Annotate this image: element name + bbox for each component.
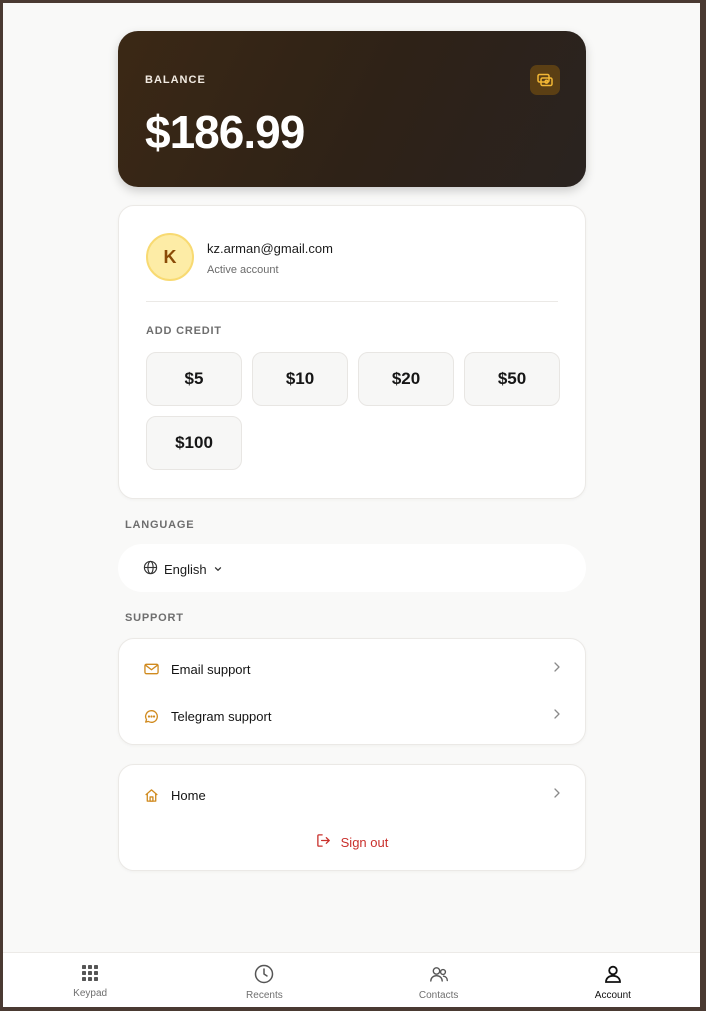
user-icon	[603, 964, 623, 987]
credit-button-100[interactable]: $100	[146, 416, 242, 470]
balance-card: BALANCE $186.99	[118, 31, 586, 187]
home-icon	[143, 787, 159, 803]
credit-button-20[interactable]: $20	[358, 352, 454, 406]
language-selector[interactable]: English	[118, 544, 586, 592]
divider	[146, 301, 558, 302]
money-icon[interactable]	[530, 65, 560, 95]
chevron-right-icon	[553, 707, 561, 725]
chevron-right-icon	[553, 786, 561, 804]
tab-keypad-label: Keypad	[73, 988, 108, 999]
home-label: Home	[171, 787, 206, 803]
telegram-support-row[interactable]: Telegram support	[119, 693, 585, 739]
balance-amount: $186.99	[145, 106, 305, 158]
app-screen: BALANCE $186.99 K kz.arman@gmail.com Act…	[3, 3, 700, 1007]
chevron-down-icon	[213, 562, 223, 577]
balance-label: BALANCE	[145, 74, 206, 86]
tab-recents[interactable]: Recents	[177, 953, 351, 1007]
tab-recents-label: Recents	[246, 990, 283, 1001]
home-row[interactable]: Home	[119, 772, 585, 818]
credit-button-50[interactable]: $50	[464, 352, 560, 406]
email-support-row[interactable]: Email support	[119, 646, 585, 692]
telegram-support-label: Telegram support	[171, 708, 272, 724]
account-card: K kz.arman@gmail.com Active account ADD …	[118, 205, 586, 499]
credit-button-5[interactable]: $5	[146, 352, 242, 406]
sign-out-button[interactable]: Sign out	[119, 827, 585, 857]
tab-contacts[interactable]: Contacts	[352, 953, 526, 1007]
mail-icon	[143, 661, 159, 677]
account-status: Active account	[207, 264, 279, 276]
chevron-right-icon	[553, 660, 561, 678]
tab-contacts-label: Contacts	[418, 990, 459, 1001]
chat-icon	[143, 708, 159, 724]
avatar: K	[146, 233, 194, 281]
account-email: kz.arman@gmail.com	[207, 241, 333, 256]
language-dropdown[interactable]: English	[143, 560, 223, 578]
support-section-label: SUPPORT	[125, 612, 184, 624]
tab-keypad[interactable]: Keypad	[3, 953, 177, 1007]
tab-account[interactable]: Account	[526, 953, 700, 1007]
support-card: Email support Telegram support	[118, 638, 586, 745]
credit-button-10[interactable]: $10	[252, 352, 348, 406]
globe-icon	[143, 560, 158, 578]
email-support-label: Email support	[171, 661, 251, 677]
add-credit-label: ADD CREDIT	[146, 325, 222, 337]
tab-account-label: Account	[594, 990, 631, 1001]
contacts-icon	[429, 964, 449, 987]
clock-icon	[254, 964, 274, 987]
bottom-tab-bar: Keypad Recents Contacts Account	[3, 952, 700, 1007]
keypad-icon	[81, 964, 99, 985]
language-value: English	[164, 561, 207, 577]
navigation-card: Home Sign out	[118, 764, 586, 871]
sign-out-label: Sign out	[340, 834, 389, 850]
language-section-label: LANGUAGE	[125, 519, 195, 531]
logout-icon	[316, 833, 331, 851]
